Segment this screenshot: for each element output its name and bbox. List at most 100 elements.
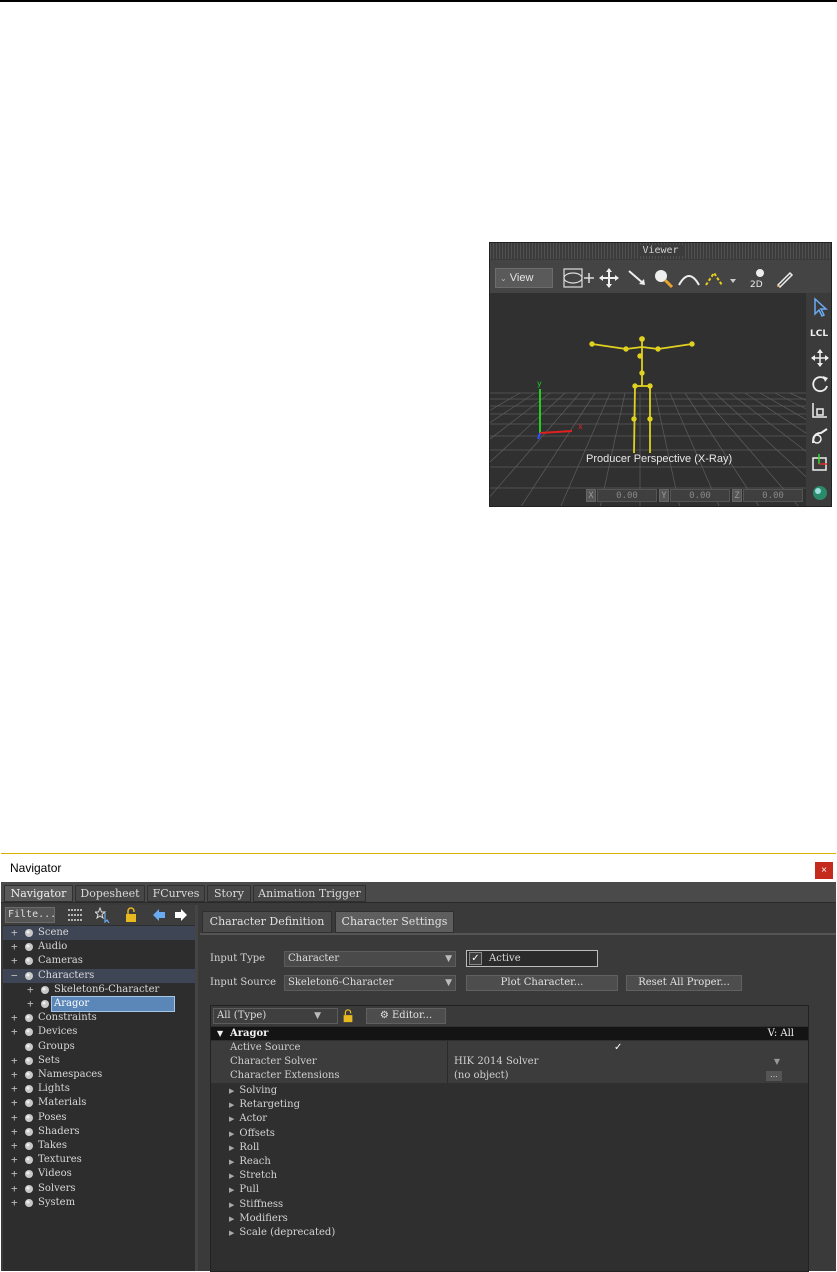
- tree-item-namespaces[interactable]: + Namespaces: [3, 1068, 195, 1082]
- scale-icon[interactable]: [809, 399, 831, 421]
- expand-icon[interactable]: [11, 1040, 20, 1054]
- tab-navigator[interactable]: Navigator: [4, 885, 73, 902]
- expand-icon[interactable]: +: [11, 1125, 20, 1139]
- property-group-reach[interactable]: ▶ Reach: [229, 1155, 271, 1169]
- expand-icon[interactable]: +: [11, 1139, 20, 1153]
- forward-arrow-icon[interactable]: [173, 907, 189, 923]
- tab-character-settings[interactable]: Character Settings: [335, 911, 454, 933]
- orbit-icon[interactable]: [562, 267, 596, 289]
- tree-item-solvers[interactable]: + Solvers: [3, 1182, 195, 1196]
- coord-x-value[interactable]: 0.00: [597, 489, 657, 502]
- dolly-icon[interactable]: [626, 267, 648, 289]
- tab-character-definition[interactable]: Character Definition: [202, 911, 332, 933]
- tree-item-materials[interactable]: + Materials: [3, 1096, 195, 1110]
- view-dropdown[interactable]: ⌄ View: [495, 268, 553, 288]
- tree-item-shaders[interactable]: + Shaders: [3, 1125, 195, 1139]
- expand-icon[interactable]: +: [11, 1153, 20, 1167]
- type-filter-combo[interactable]: All (Type) ▼: [213, 1008, 338, 1024]
- pan-icon[interactable]: [598, 267, 620, 289]
- tree-item-aragor[interactable]: + Aragor: [3, 996, 195, 1012]
- expand-icon[interactable]: +: [11, 926, 20, 940]
- tree-item-system[interactable]: + System: [3, 1196, 195, 1210]
- manipulator-icon[interactable]: [809, 425, 831, 447]
- expand-icon[interactable]: +: [11, 1167, 20, 1181]
- tree-item-scene[interactable]: + Scene: [3, 926, 195, 940]
- expand-icon[interactable]: +: [11, 1096, 20, 1110]
- tree-item-lights[interactable]: + Lights: [3, 1082, 195, 1096]
- tab-story[interactable]: Story: [207, 885, 251, 902]
- checkmark-icon[interactable]: ✓: [614, 1041, 622, 1055]
- rotate-icon[interactable]: [809, 373, 831, 395]
- lock-icon[interactable]: [341, 1009, 355, 1023]
- property-group-retargeting[interactable]: ▶ Retargeting: [229, 1098, 300, 1112]
- tree-item-videos[interactable]: + Videos: [3, 1167, 195, 1181]
- tree-item-sets[interactable]: + Sets: [3, 1054, 195, 1068]
- input-source-combo[interactable]: Skeleton6-Character ▼: [284, 975, 456, 991]
- expand-icon[interactable]: +: [11, 1025, 20, 1039]
- list-view-icon[interactable]: [67, 907, 83, 923]
- select-arrow-icon[interactable]: [809, 296, 831, 318]
- expand-icon[interactable]: +: [11, 1196, 20, 1210]
- expand-icon[interactable]: +: [11, 1068, 20, 1082]
- zoom-icon[interactable]: [652, 267, 674, 289]
- tree-item-poses[interactable]: + Poses: [3, 1111, 195, 1125]
- expand-icon[interactable]: +: [11, 1182, 20, 1196]
- property-group-offsets[interactable]: ▶ Offsets: [229, 1127, 275, 1141]
- expand-icon[interactable]: +: [11, 1111, 20, 1125]
- tree-item-devices[interactable]: + Devices: [3, 1025, 195, 1039]
- tab-dopesheet[interactable]: Dopesheet: [75, 885, 145, 902]
- coord-z-value[interactable]: 0.00: [743, 489, 803, 502]
- expand-icon[interactable]: +: [11, 1011, 20, 1025]
- plot-character-button[interactable]: Plot Character...: [466, 975, 618, 991]
- lock-icon[interactable]: [123, 907, 139, 923]
- expand-icon[interactable]: +: [11, 940, 20, 954]
- local-space-icon[interactable]: LCL: [809, 321, 831, 343]
- property-group-actor[interactable]: ▶ Actor: [229, 1112, 267, 1126]
- globe-icon[interactable]: [809, 481, 831, 503]
- tree-item-takes[interactable]: + Takes: [3, 1139, 195, 1153]
- property-value[interactable]: ✓: [447, 1041, 786, 1055]
- tree-item-skeleton6-character[interactable]: + Skeleton6-Character: [3, 983, 195, 997]
- tree-item-constraints[interactable]: + Constraints: [3, 1011, 195, 1025]
- property-group-stiffness[interactable]: ▶ Stiffness: [229, 1198, 283, 1212]
- expand-icon[interactable]: +: [11, 954, 20, 968]
- expand-icon[interactable]: +: [11, 1082, 20, 1096]
- property-group-scale-deprecated-[interactable]: ▶ Scale (deprecated): [229, 1226, 335, 1240]
- property-group-pull[interactable]: ▶ Pull: [229, 1183, 259, 1197]
- collapse-icon[interactable]: −: [11, 969, 20, 983]
- tree-item-characters[interactable]: − Characters: [3, 968, 195, 983]
- coord-y-value[interactable]: 0.00: [670, 489, 730, 502]
- expand-icon[interactable]: +: [11, 1054, 20, 1068]
- property-group-solving[interactable]: ▶ Solving: [229, 1084, 277, 1098]
- close-button[interactable]: ×: [815, 862, 833, 879]
- browse-button[interactable]: ...: [766, 1071, 782, 1081]
- property-group-roll[interactable]: ▶ Roll: [229, 1141, 259, 1155]
- reset-all-properties-button[interactable]: Reset All Proper...: [626, 975, 742, 991]
- section-header[interactable]: ▼ Aragor V: All: [211, 1027, 808, 1040]
- translate-icon[interactable]: [809, 347, 831, 369]
- input-type-combo[interactable]: Character ▼: [284, 951, 456, 967]
- property-group-modifiers[interactable]: ▶ Modifiers: [229, 1212, 288, 1226]
- filter-button[interactable]: Filte...: [5, 907, 56, 923]
- pencil-icon[interactable]: [774, 267, 796, 289]
- tree-item-cameras[interactable]: + Cameras: [3, 954, 195, 968]
- 2d-view-icon[interactable]: 2D: [748, 267, 770, 289]
- trajectory-icon[interactable]: [704, 267, 738, 289]
- active-checkbox[interactable]: ✓: [469, 952, 482, 965]
- active-toggle[interactable]: ✓ Active: [466, 950, 598, 967]
- tree-item-audio[interactable]: + Audio: [3, 940, 195, 954]
- expand-icon[interactable]: +: [27, 997, 36, 1011]
- tab-animation-trigger[interactable]: Animation Trigger: [253, 885, 366, 902]
- property-value[interactable]: HIK 2014 Solver ▼: [447, 1055, 786, 1069]
- tree-item-groups[interactable]: Groups: [3, 1040, 195, 1054]
- tab-fcurves[interactable]: FCurves: [147, 885, 205, 902]
- 3d-viewport[interactable]: x y Producer Perspective (X-Ray) X 0.00 …: [490, 293, 806, 506]
- property-group-stretch[interactable]: ▶ Stretch: [229, 1169, 277, 1183]
- back-arrow-icon[interactable]: [151, 907, 167, 923]
- arc-icon[interactable]: [676, 267, 702, 289]
- favorite-select-icon[interactable]: [95, 907, 111, 923]
- expand-icon[interactable]: +: [27, 983, 36, 997]
- property-value[interactable]: (no object) ...: [447, 1069, 786, 1083]
- tree-item-textures[interactable]: + Textures: [3, 1153, 195, 1167]
- editor-button[interactable]: ⚙ Editor...: [366, 1008, 446, 1024]
